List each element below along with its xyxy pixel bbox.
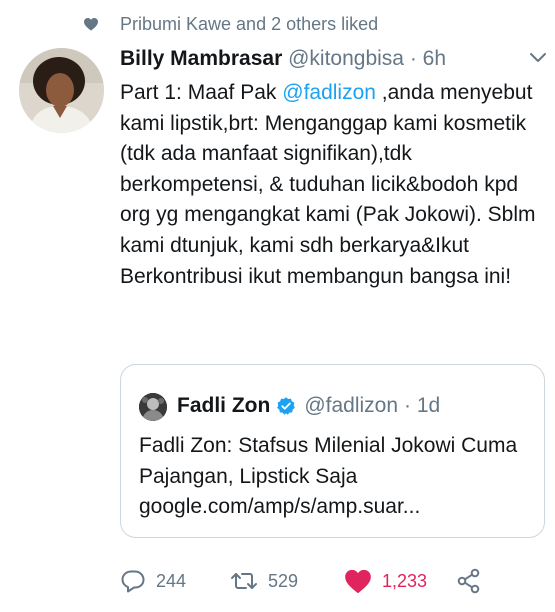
- retweet-count: 529: [268, 570, 299, 591]
- retweet-icon: [231, 573, 257, 589]
- mention-link[interactable]: @fadlizon: [282, 81, 376, 104]
- quoted-header: Fadli Zon @fadlizon · 1d: [177, 391, 440, 421]
- tweet-time[interactable]: · 6h: [410, 47, 446, 70]
- share-icon: [457, 568, 480, 594]
- like-heart-icon: [345, 569, 371, 594]
- quoted-time: · 1d: [404, 394, 441, 417]
- like-button[interactable]: 1,233: [344, 566, 427, 596]
- quoted-handle: @fadlizon: [304, 394, 399, 417]
- tweet-text: Part 1: Maaf Pak @fadlizon ,anda menyebu…: [120, 78, 545, 292]
- quoted-text: Fadli Zon: Stafsus Milenial Jokowi Cuma …: [139, 434, 518, 519]
- reply-icon: [121, 570, 145, 593]
- chevron-down-icon[interactable]: [529, 52, 547, 64]
- retweet-button[interactable]: 529: [230, 566, 298, 596]
- user-handle[interactable]: @kitongbisa: [288, 47, 404, 70]
- avatar[interactable]: [19, 48, 104, 133]
- display-name[interactable]: Billy Mambrasar: [120, 47, 282, 70]
- quoted-avatar: [139, 393, 167, 421]
- tweet-text-rest: ,anda menyebut kami lipstik,brt: Mengang…: [120, 81, 536, 288]
- quoted-tweet-card[interactable]: Fadli Zon @fadlizon · 1d Fadli Zon: Staf…: [120, 364, 545, 538]
- tweet-header: Billy Mambrasar @kitongbisa · 6h: [120, 44, 446, 74]
- tweet-text-start: Part 1: Maaf Pak: [120, 81, 283, 104]
- like-count: 1,233: [382, 570, 428, 591]
- quoted-display-name: Fadli Zon: [177, 394, 271, 417]
- verified-badge-icon: [277, 397, 296, 415]
- heart-icon: [84, 17, 98, 31]
- social-context-text[interactable]: Pribumi Kawe and 2 others liked: [120, 12, 378, 36]
- action-bar: 244 529 1,233: [120, 566, 545, 596]
- reply-count: 244: [156, 570, 187, 591]
- avatar-image: [19, 48, 104, 133]
- reply-button[interactable]: 244: [120, 566, 186, 596]
- quoted-avatar-image: [139, 393, 167, 421]
- share-button[interactable]: [456, 566, 482, 596]
